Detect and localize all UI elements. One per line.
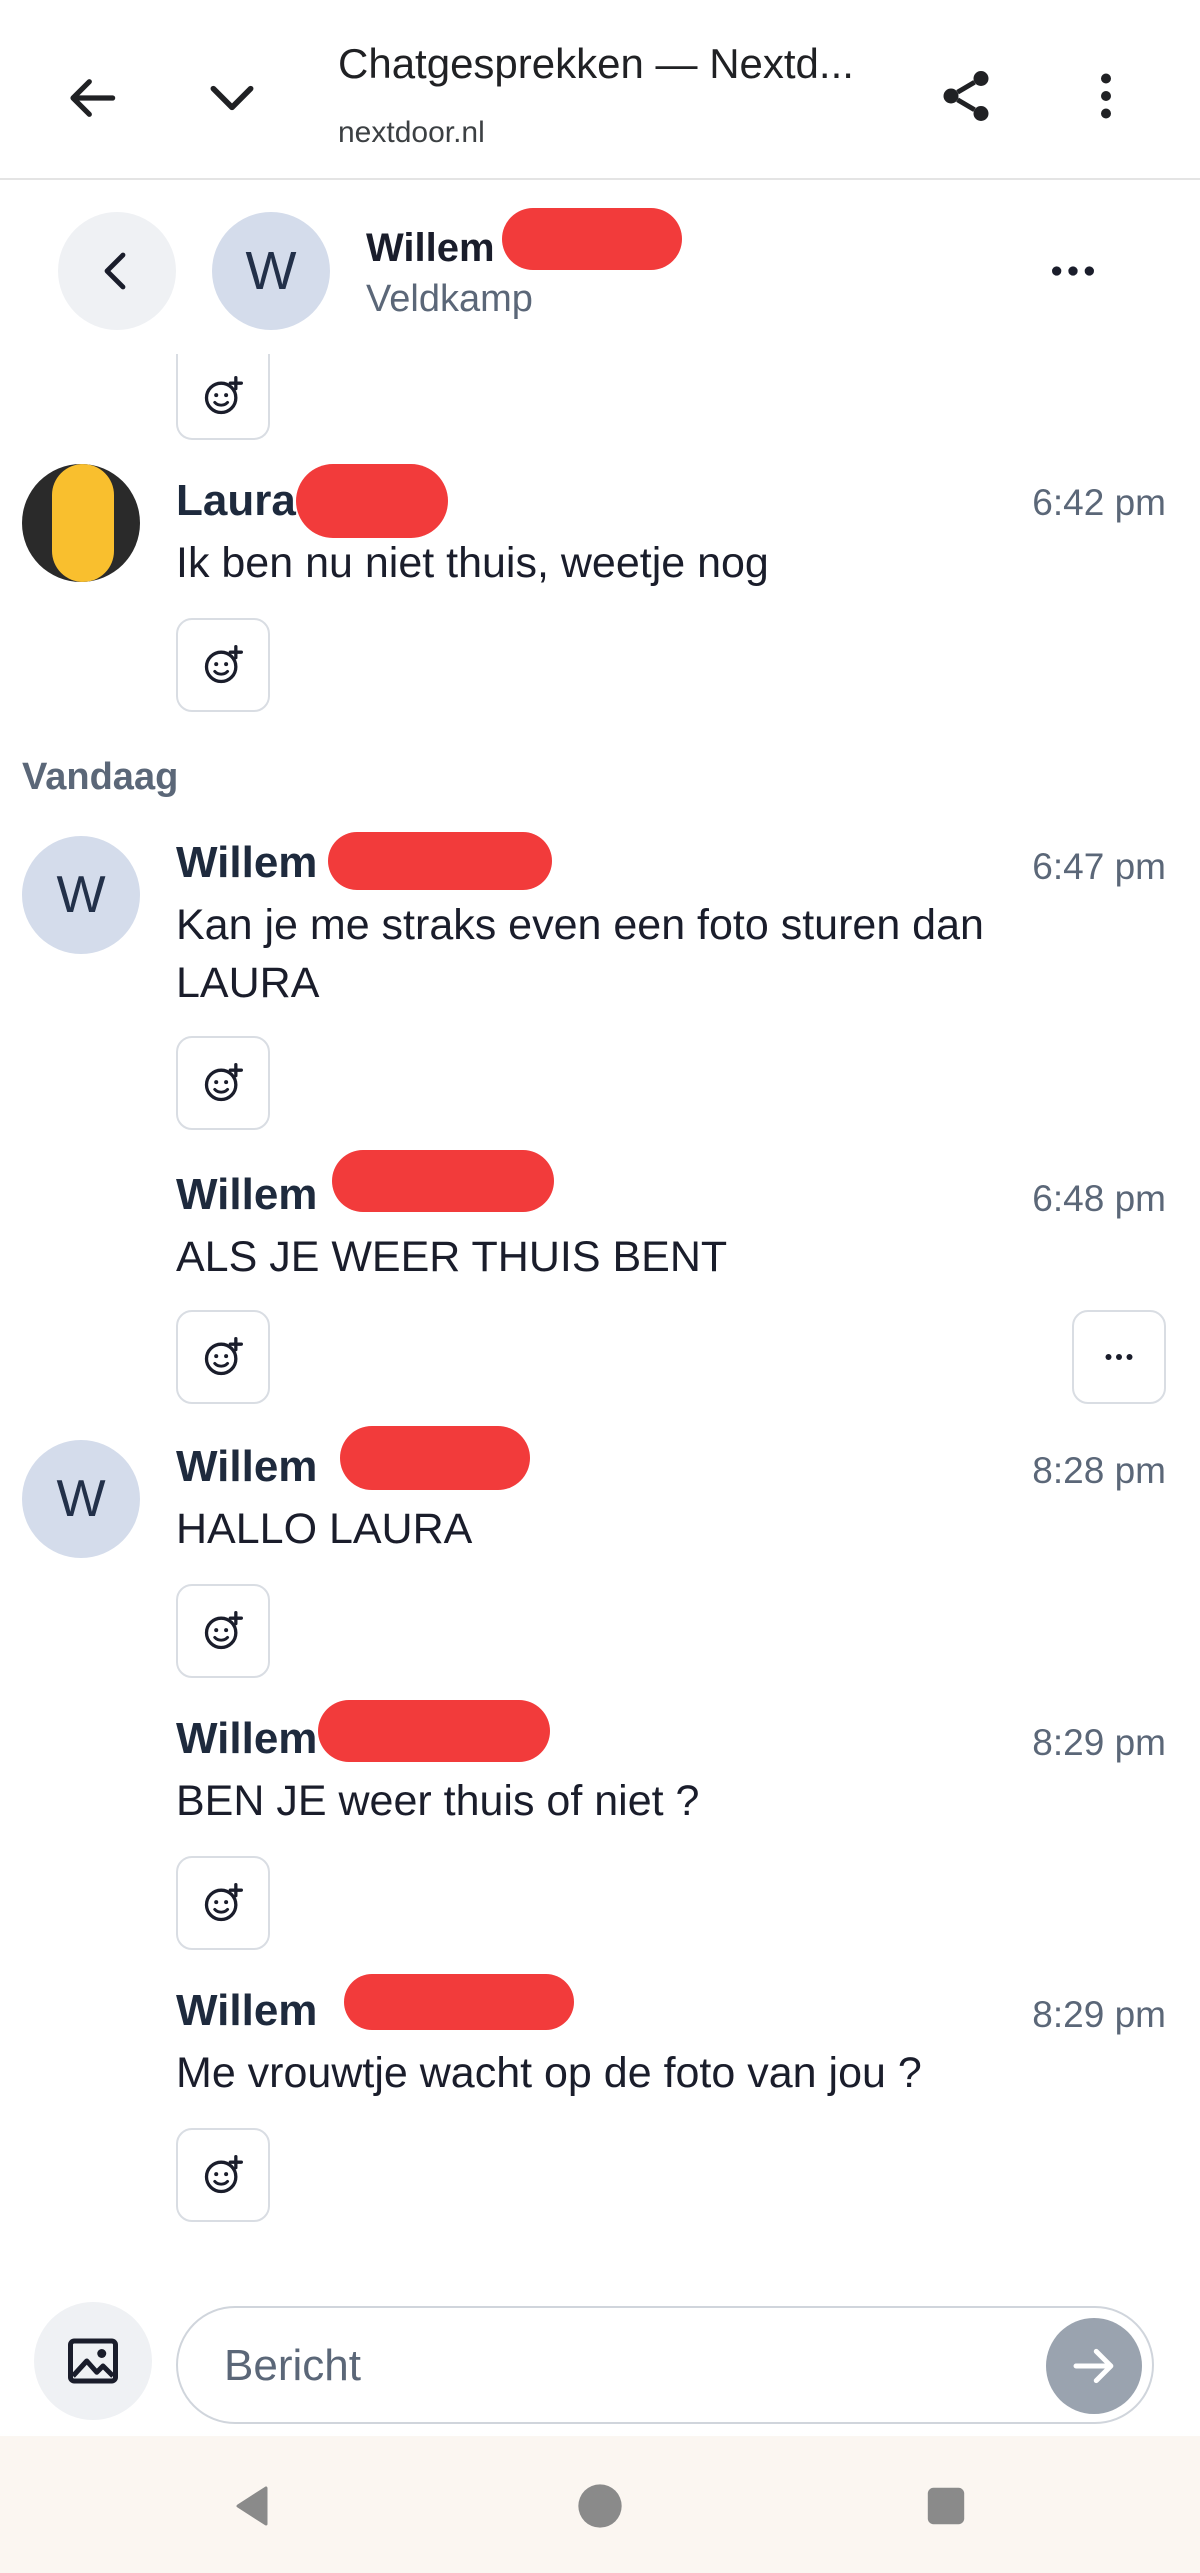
add-reaction-icon — [204, 1337, 243, 1376]
sender-name: Willem — [176, 1714, 318, 1763]
message-list[interactable]: Laura 6:42 pm Ik ben nu niet thuis, weet… — [0, 354, 1200, 2284]
image-icon — [68, 2338, 118, 2384]
add-reaction-button[interactable] — [176, 1036, 270, 1130]
add-reaction-icon — [204, 1063, 243, 1102]
avatar[interactable]: W — [212, 212, 330, 330]
contact-location: Veldkamp — [366, 278, 533, 320]
collapse-button[interactable] — [192, 58, 272, 138]
back-button[interactable] — [54, 58, 134, 138]
share-button[interactable] — [926, 56, 1006, 136]
add-reaction-icon — [204, 1611, 243, 1650]
add-reaction-icon — [204, 2155, 243, 2194]
page-title: Chatgesprekken — Nextd... — [338, 40, 854, 87]
message-composer — [0, 2280, 1200, 2430]
message-time: 8:29 pm — [1032, 1994, 1166, 2035]
message-input-wrapper — [176, 2306, 1154, 2424]
add-reaction-button[interactable] — [176, 1856, 270, 1950]
add-reaction-icon — [204, 645, 243, 684]
avatar[interactable]: W — [22, 1440, 140, 1558]
send-button[interactable] — [1046, 2318, 1142, 2414]
redaction-mark — [340, 1426, 530, 1490]
message-text: Kan je me straks even een foto sturen da… — [176, 901, 984, 1007]
more-horizontal-icon — [1052, 266, 1094, 276]
system-navigation-bar — [0, 2436, 1200, 2573]
message-text: BEN JE weer thuis of niet ? — [176, 1777, 700, 1825]
attach-image-button[interactable] — [34, 2302, 152, 2420]
add-reaction-button[interactable] — [176, 1310, 270, 1404]
chevron-left-icon — [104, 252, 126, 290]
avatar[interactable]: W — [22, 836, 140, 954]
add-reaction-button[interactable] — [176, 354, 270, 440]
message-text: HALLO LAURA — [176, 1505, 473, 1553]
add-reaction-icon — [204, 1883, 243, 1922]
message-time: 8:29 pm — [1032, 1722, 1166, 1763]
send-arrow-icon — [1073, 2348, 1114, 2384]
browser-toolbar: Chatgesprekken — Nextd... nextdoor.nl — [0, 0, 1200, 180]
redaction-mark — [318, 1700, 550, 1762]
message-time: 6:48 pm — [1032, 1178, 1166, 1219]
message-time: 6:42 pm — [1032, 482, 1166, 523]
avatar-photo-blob — [52, 464, 114, 582]
triangle-back-icon — [236, 2486, 268, 2526]
arrow-left-icon — [70, 79, 116, 117]
redaction-mark — [344, 1974, 574, 2030]
square-recents-icon — [927, 2487, 965, 2525]
system-recents-button[interactable] — [906, 2466, 986, 2546]
message-text: Ik ben nu niet thuis, weetje nog — [176, 539, 769, 587]
more-horizontal-icon — [1105, 1354, 1133, 1360]
system-home-button[interactable] — [560, 2466, 640, 2546]
sender-name: Willem — [176, 1442, 318, 1491]
chat-options-button[interactable] — [1030, 228, 1116, 314]
chat-header: W Willem Veldkamp — [0, 182, 1200, 364]
message-time: 6:47 pm — [1032, 846, 1166, 887]
add-reaction-button[interactable] — [176, 2128, 270, 2222]
add-reaction-button[interactable] — [176, 618, 270, 712]
more-vertical-icon — [1101, 73, 1111, 119]
sender-name: Laura — [176, 476, 296, 525]
redaction-mark — [332, 1150, 554, 1212]
chat-back-button[interactable] — [58, 212, 176, 330]
redaction-mark — [502, 208, 682, 270]
message-text: ALS JE WEER THUIS BENT — [176, 1233, 728, 1281]
message-text: Me vrouwtje wacht op de foto van jou ? — [176, 2049, 922, 2097]
sender-name: Willem — [176, 838, 318, 887]
add-reaction-icon — [204, 376, 243, 415]
avatar[interactable] — [22, 464, 140, 582]
chevron-down-icon — [210, 85, 254, 111]
message-options-button[interactable] — [1072, 1310, 1166, 1404]
browser-menu-button[interactable] — [1066, 56, 1146, 136]
sender-name: Willem — [176, 1170, 318, 1219]
share-icon — [943, 71, 989, 121]
message-input[interactable] — [224, 2336, 1004, 2396]
sender-name: Willem — [176, 1986, 318, 2035]
page-url: nextdoor.nl — [338, 116, 485, 149]
redaction-mark — [328, 832, 552, 890]
message-time: 8:28 pm — [1032, 1450, 1166, 1491]
circle-home-icon — [578, 2484, 622, 2528]
day-separator: Vandaag — [22, 756, 179, 798]
add-reaction-button[interactable] — [176, 1584, 270, 1678]
contact-name[interactable]: Willem — [366, 226, 495, 271]
redaction-mark — [296, 464, 448, 538]
system-back-button[interactable] — [214, 2466, 294, 2546]
